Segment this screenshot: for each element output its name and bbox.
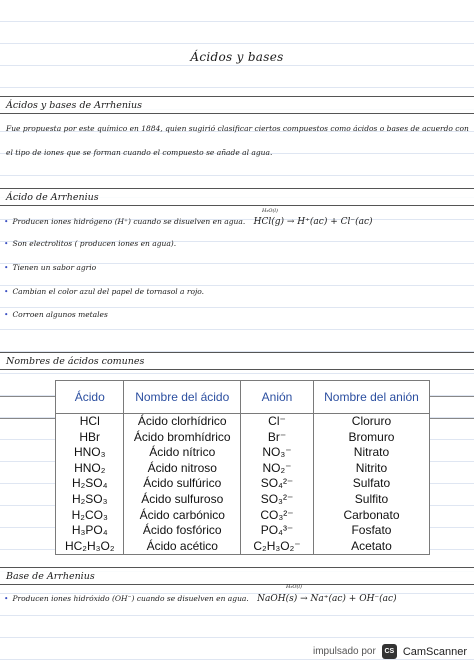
anion-formula: C₂H₃O₂⁻ [240,538,314,556]
acid-name: Ácido carbónico [123,507,242,524]
acid-bullet-2-text: Son electrolitos ( producen iones en agu… [12,239,177,248]
bullet-icon: • [4,310,9,319]
acid-bullet-4-text: Cambian el color azul del papel de torna… [12,287,205,296]
acid-bullet-1: • Producen iones hidrógeno (H⁺) cuando se… [4,217,373,227]
bullet-icon: • [4,239,9,248]
anion-name: Fosfato [312,523,431,539]
acid-formula: H₂SO₄ [54,476,125,492]
section-header-arrhenius: Ácidos y bases de Arrhenius [0,96,474,114]
acid-name: Ácido acético [123,538,242,556]
side-rule [0,418,55,419]
column-header-acid: Ácido [54,380,125,414]
table-row: HCl Ácido clorhídrico Cl⁻ Cloruro [54,413,431,430]
footer-brand: CamScanner [402,645,468,658]
anion-formula: Cl⁻ [240,413,314,430]
scanner-footer: impulsado por CS CamScanner [313,644,467,659]
acid-bullet-3: • Tienen un sabor agrio [4,263,96,272]
acid-bullet-1-text: Producen iones hidrógeno (H⁺) cuando se … [12,217,246,226]
bullet-icon: • [4,594,9,603]
side-rule [430,418,474,419]
anion-name: Sulfato [312,476,431,492]
acid-formula: HC₂H₃O₂ [54,538,125,556]
bullet-icon: • [4,263,9,272]
base-bullet-1-text: Producen iones hidróxido (OH⁻) cuando se… [12,594,249,603]
table-row: H₂SO₄ Ácido sulfúrico SO₄²⁻ Sulfato [54,476,431,492]
table-row: HNO₂ Ácido nitroso NO₂⁻ Nitrito [54,460,431,477]
table-row: HNO₃ Ácido nítrico NO₃⁻ Nitrato [54,445,431,461]
paragraph-line-2: el tipo de iones que se forman cuando el… [6,148,273,157]
table-row: H₃PO₄ Ácido fosfórico PO₄³⁻ Fosfato [54,523,431,539]
acid-formula: H₂SO₃ [54,491,125,508]
page-title: Ácidos y bases [190,50,284,64]
anion-name: Nitrato [312,445,431,461]
acid-formula: HCl [54,413,125,430]
anion-formula: NO₂⁻ [240,460,314,477]
anion-formula: SO₃²⁻ [240,491,314,508]
acid-name: Ácido fosfórico [123,523,242,539]
acid-formula: HNO₂ [54,460,125,477]
anion-formula: NO₃⁻ [240,445,314,461]
acid-bullet-4: • Cambian el color azul del papel de torn… [4,287,204,296]
column-header-anion-name: Nombre del anión [312,380,431,414]
acid-formula: HNO₃ [54,445,125,461]
section-header-base: Base de Arrhenius [0,567,474,585]
notebook-page: Ácidos y bases Ácidos y bases de Arrheni… [0,0,474,670]
side-rule [0,396,55,397]
table-row: HBr Ácido bromhídrico Br⁻ Bromuro [54,429,431,446]
section-header-acid: Ácido de Arrhenius [0,188,474,206]
anion-formula: PO₄³⁻ [240,523,314,539]
base-equation: NaOH(s) → Na⁺(ac) + OH⁻(ac) [257,594,397,604]
acid-bullet-2: • Son electrolitos ( producen iones en ag… [4,239,176,248]
table-row: H₂CO₃ Ácido carbónico CO₃²⁻ Carbonato [54,507,431,524]
acid-name: Ácido nítrico [123,445,242,461]
anion-name: Cloruro [312,413,431,430]
acid-name: Ácido sulfúrico [123,476,242,492]
acid-name: Ácido bromhídrico [123,429,242,446]
section-header-common-acids: Nombres de ácidos comunes [0,352,474,370]
anion-formula: CO₃²⁻ [240,507,314,524]
anion-name: Nitrito [312,460,431,477]
anion-name: Acetato [312,538,431,556]
column-header-anion: Anión [240,380,314,414]
table-row: H₂SO₃ Ácido sulfuroso SO₃²⁻ Sulfito [54,491,431,508]
anion-formula: Br⁻ [240,429,314,446]
anion-name: Bromuro [312,429,431,446]
base-bullet-1: • Producen iones hidróxido (OH⁻) cuando s… [4,594,397,604]
column-header-acid-name: Nombre del ácido [123,380,242,414]
acid-formula: H₂CO₃ [54,507,125,524]
acid-bullet-3-text: Tienen un sabor agrio [12,263,97,272]
acid-formula: HBr [54,429,125,446]
anion-formula: SO₄²⁻ [240,476,314,492]
acid-equation-annotation: H₂O(l) [262,208,278,214]
footer-prefix: impulsado por [313,646,376,657]
acid-name: Ácido nitroso [123,460,242,477]
acid-name: Ácido clorhídrico [123,413,242,430]
side-rule [430,396,474,397]
acid-formula: H₃PO₄ [54,523,125,539]
camscanner-logo-icon: CS [381,644,397,659]
table-row: HC₂H₃O₂ Ácido acético C₂H₃O₂⁻ Acetato [54,538,431,556]
acid-bullet-5-text: Corroen algunos metales [12,310,108,319]
anion-name: Carbonato [312,507,431,524]
paragraph-line-1: Fue propuesta por este químico en 1884, … [6,124,469,133]
acid-name: Ácido sulfuroso [123,491,242,508]
base-equation-annotation: H₂O(l) [286,584,302,590]
bullet-icon: • [4,287,9,296]
bullet-icon: • [4,217,9,226]
acid-equation: HCl(g) → H⁺(ac) + Cl⁻(ac) [253,217,373,227]
acid-bullet-5: • Corroen algunos metales [4,310,108,319]
table-header-row: Ácido Nombre del ácido Anión Nombre del … [54,380,431,414]
common-acids-table: Ácido Nombre del ácido Anión Nombre del … [54,380,431,556]
anion-name: Sulfito [312,491,431,508]
